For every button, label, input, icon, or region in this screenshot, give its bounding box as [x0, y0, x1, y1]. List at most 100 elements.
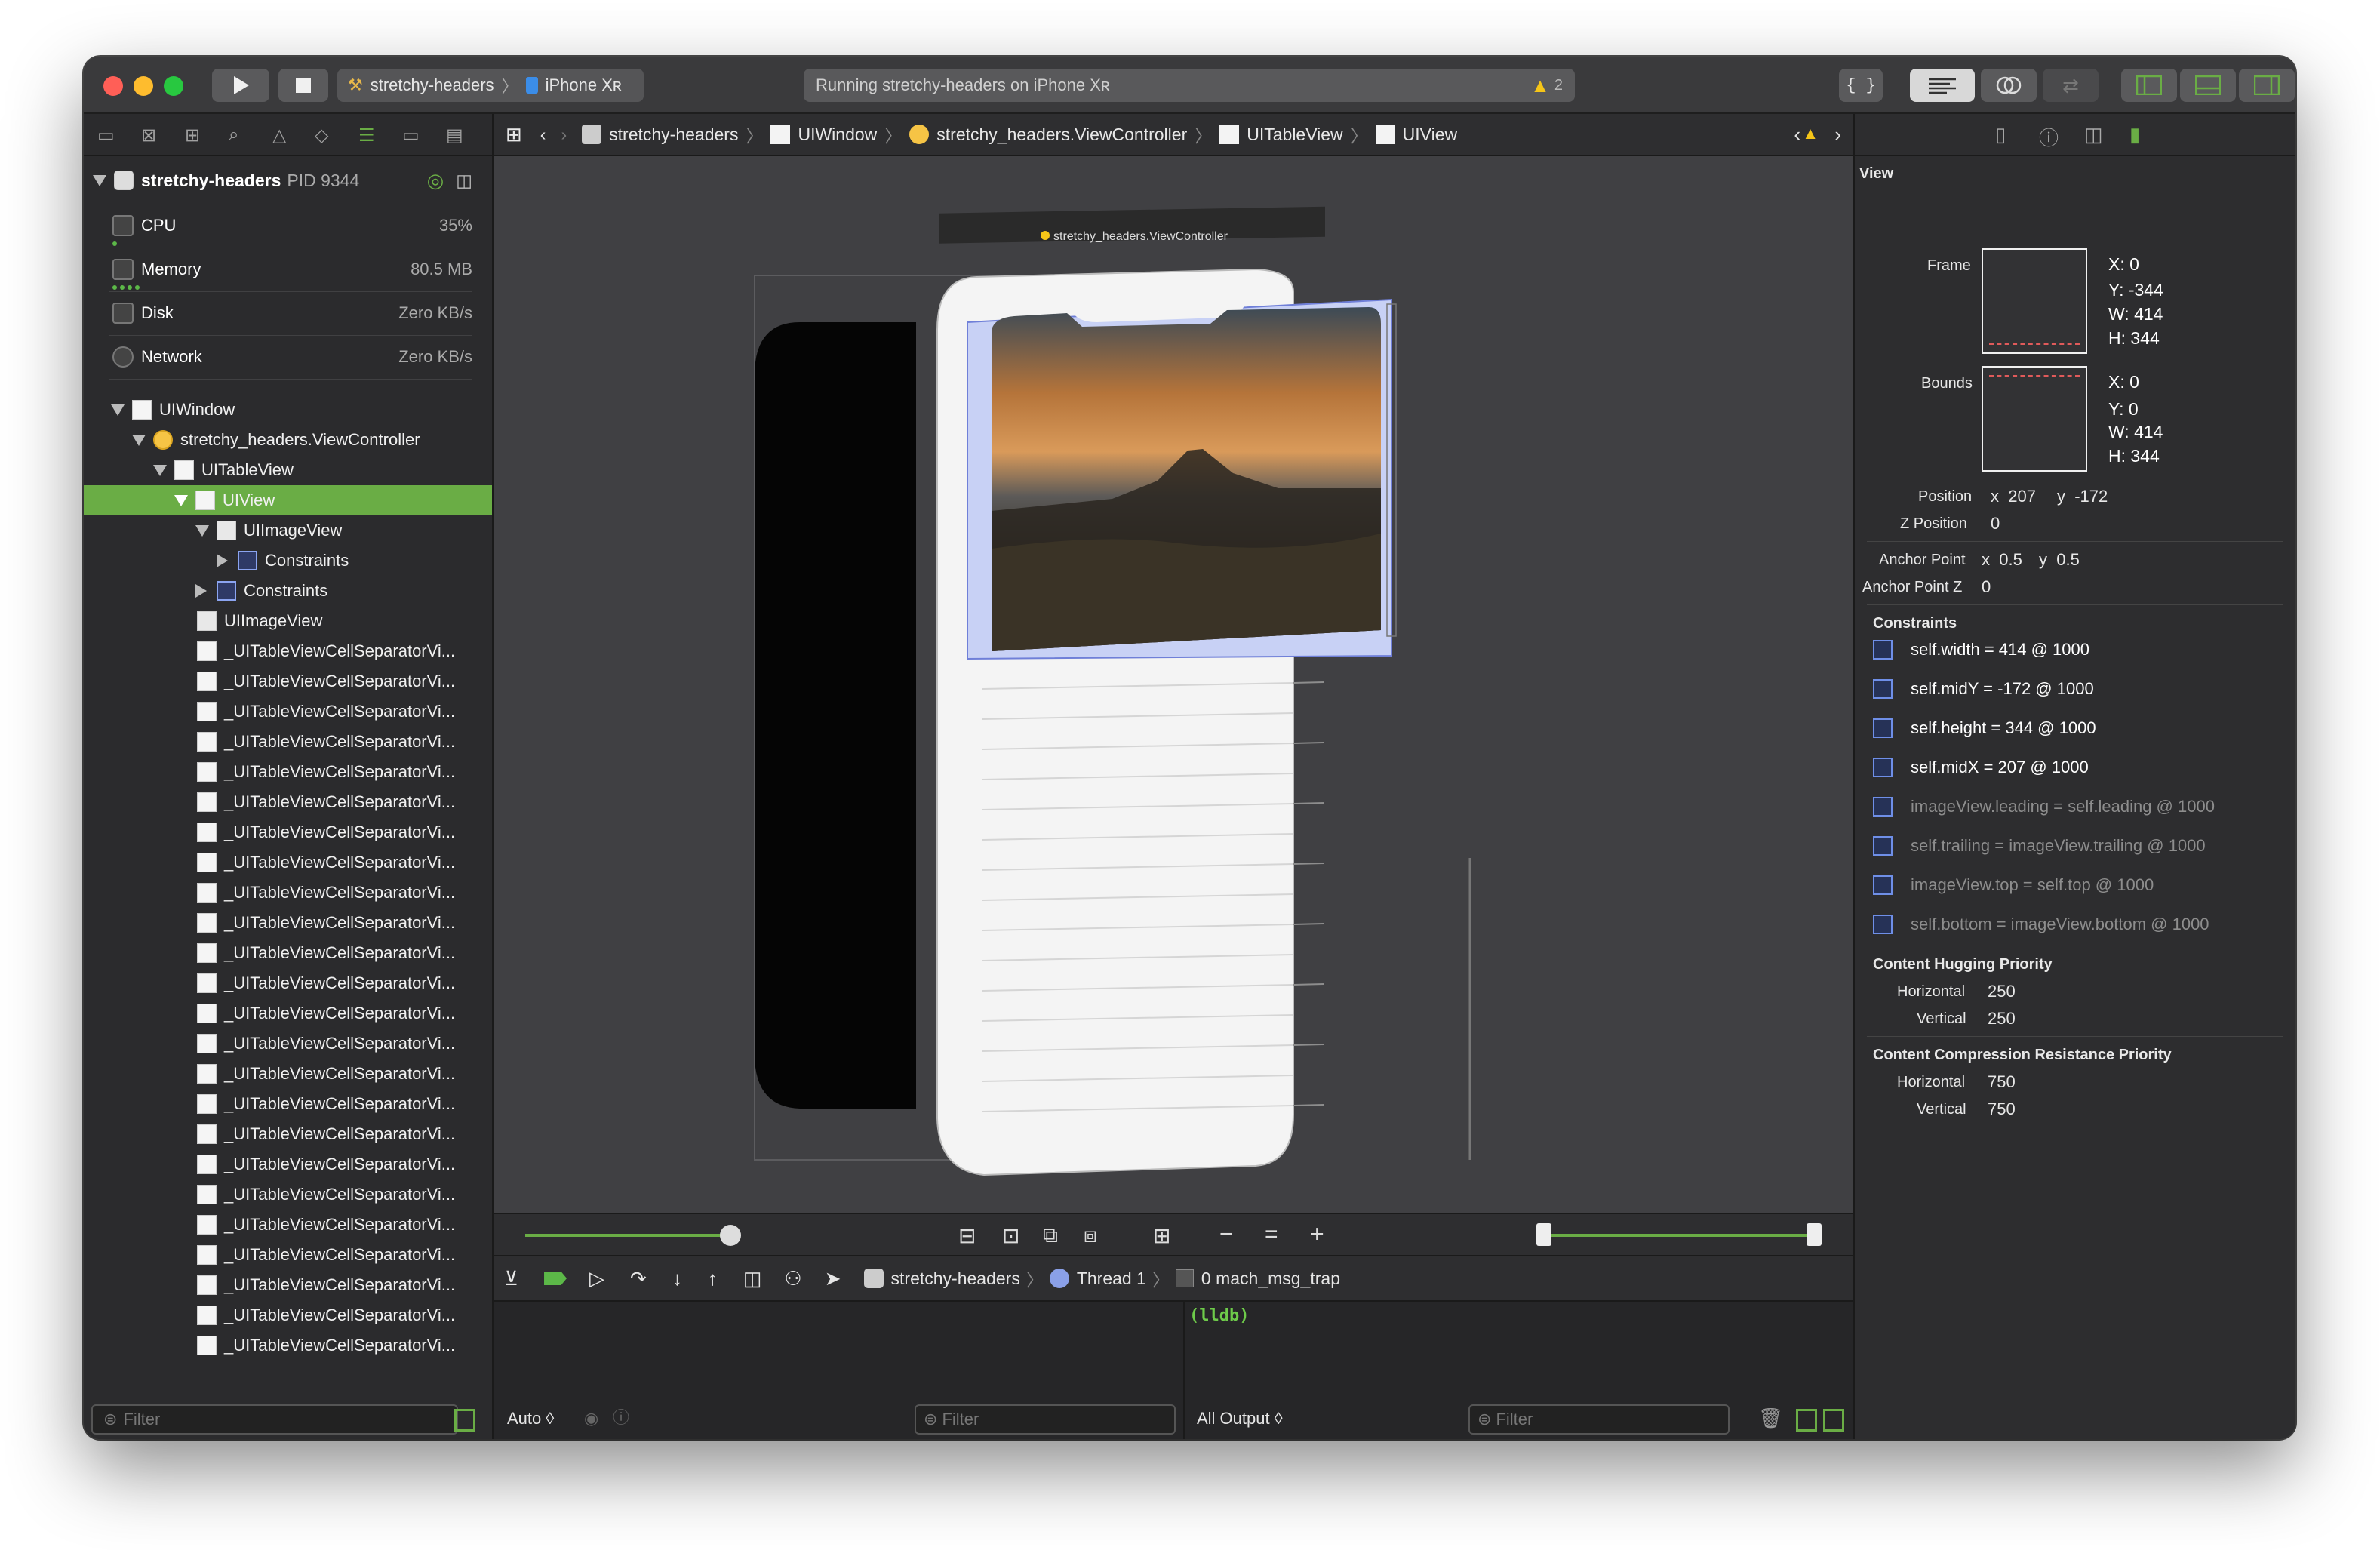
test-icon[interactable]: ◇	[315, 125, 328, 146]
step-out-icon[interactable]: ↑	[708, 1267, 718, 1290]
tree-row-separator[interactable]: _UITableViewCellSeparatorVi...	[84, 847, 492, 878]
zoom-button[interactable]	[164, 76, 183, 96]
previous-issue-icon[interactable]: ‹	[1794, 123, 1800, 146]
orient-3d-icon[interactable]: ⧈	[1084, 1223, 1097, 1248]
warning-icon[interactable]: ▲	[1802, 124, 1819, 143]
tree-row-separator[interactable]: _UITableViewCellSeparatorVi...	[84, 697, 492, 727]
constraint-row[interactable]: self.width = 414 @ 1000	[1873, 635, 2089, 665]
black-background-layer[interactable]	[755, 322, 916, 1109]
search-icon[interactable]: ⌕	[229, 125, 238, 146]
related-items-icon[interactable]: ⊞	[506, 123, 522, 146]
constraint-row[interactable]: self.midY = -172 @ 1000	[1873, 674, 2094, 704]
debug-view-hierarchy-icon[interactable]: ◫	[743, 1267, 762, 1290]
breakpoint-icon[interactable]: ▭	[402, 125, 420, 146]
simulate-location-icon[interactable]: ➤	[825, 1267, 841, 1290]
tree-row-separator[interactable]: _UITableViewCellSeparatorVi...	[84, 1089, 492, 1119]
tree-row-separator[interactable]: _UITableViewCellSeparatorVi...	[84, 757, 492, 787]
output-selector[interactable]: All Output ◊	[1197, 1409, 1283, 1429]
debug-target[interactable]: stretchy-headers	[891, 1269, 1020, 1289]
view-debugger-canvas[interactable]: stretchy_headers.ViewController	[494, 156, 1853, 1213]
jump-item[interactable]: UITableView	[1247, 125, 1342, 145]
symbol-icon[interactable]: ⊞	[185, 125, 200, 146]
tree-row-separator[interactable]: _UITableViewCellSeparatorVi...	[84, 1029, 492, 1059]
step-over-icon[interactable]: ↷	[630, 1267, 647, 1290]
spacing-slider-track[interactable]	[525, 1234, 729, 1237]
close-button[interactable]	[103, 76, 123, 96]
toggle-debug-area-button[interactable]	[2180, 69, 2236, 102]
navigator-filter-field[interactable]: ⊜ Filter	[91, 1404, 458, 1435]
back-arrow-icon[interactable]: ‹	[540, 125, 546, 145]
debug-icon[interactable]: ☰	[358, 125, 375, 146]
tree-row-separator[interactable]: _UITableViewCellSeparatorVi...	[84, 636, 492, 666]
process-row[interactable]: stretchy-headers PID 9344 ◎ ◫	[84, 156, 492, 205]
tree-row-separator[interactable]: _UITableViewCellSeparatorVi...	[84, 1179, 492, 1210]
eye-icon[interactable]: ◉	[584, 1409, 598, 1429]
memory-graph-icon[interactable]: ⚇	[784, 1267, 801, 1290]
object-inspector-icon[interactable]: ◫	[2084, 123, 2103, 146]
folder-icon[interactable]: ▭	[97, 125, 115, 146]
disclosure-triangle-icon[interactable]	[195, 524, 209, 537]
disclosure-triangle-icon[interactable]	[153, 464, 167, 476]
tree-row-uiview-selected[interactable]: UIView	[84, 485, 492, 515]
tree-row-uiwindow[interactable]: UIWindow	[84, 395, 492, 425]
constraint-row[interactable]: self.bottom = imageView.bottom @ 1000	[1873, 909, 2209, 940]
jump-item[interactable]: stretchy-headers	[609, 125, 738, 145]
console-view[interactable]: (lldb) All Output ◊ ⊜ Filter 🗑	[1185, 1302, 1853, 1439]
disclosure-triangle-icon[interactable]	[93, 174, 106, 186]
view-hierarchy-icon[interactable]: ◫	[456, 171, 472, 191]
disclosure-triangle-icon[interactable]	[132, 434, 146, 446]
tree-row-separator[interactable]: _UITableViewCellSeparatorVi...	[84, 1059, 492, 1089]
tree-row-separator[interactable]: _UITableViewCellSeparatorVi...	[84, 998, 492, 1029]
run-button[interactable]	[212, 69, 269, 102]
tree-row-separator[interactable]: _UITableViewCellSeparatorVi...	[84, 666, 492, 697]
gauge-cpu[interactable]: CPU 35%	[109, 205, 472, 248]
clip-content-icon[interactable]: ⊟	[958, 1223, 976, 1248]
constraints-toggle-icon[interactable]: ⧉	[1043, 1223, 1058, 1248]
tree-row-constraints[interactable]: Constraints	[84, 576, 492, 606]
zoom-out-icon[interactable]: −	[1219, 1222, 1233, 1247]
issue-icon[interactable]: △	[272, 125, 286, 146]
jump-item[interactable]: UIView	[1403, 125, 1457, 145]
toggle-inspector-button[interactable]	[2239, 69, 2295, 102]
continue-icon[interactable]: ▷	[589, 1267, 604, 1290]
split-console-icon[interactable]	[1823, 1409, 1844, 1432]
tree-row-imageview[interactable]: UIImageView	[84, 515, 492, 546]
minimize-button[interactable]	[134, 76, 153, 96]
exploded-view-hierarchy[interactable]: stretchy_headers.ViewController	[494, 156, 1853, 1213]
zoom-in-icon[interactable]: +	[1310, 1220, 1324, 1248]
tree-row-separator[interactable]: _UITableViewCellSeparatorVi...	[84, 1300, 492, 1330]
spacing-slider-thumb[interactable]	[720, 1225, 741, 1246]
jump-item[interactable]: stretchy_headers.ViewController	[936, 125, 1187, 145]
console-filter-field[interactable]: ⊜ Filter	[1468, 1404, 1730, 1435]
actual-size-icon[interactable]: =	[1265, 1222, 1278, 1247]
tree-row-imageview[interactable]: UIImageView	[84, 606, 492, 636]
tree-row-separator[interactable]: _UITableViewCellSeparatorVi...	[84, 1270, 492, 1300]
constraint-row[interactable]: self.midX = 207 @ 1000	[1873, 752, 2089, 783]
source-control-icon[interactable]: ⊠	[141, 125, 156, 146]
tree-row-viewcontroller[interactable]: stretchy_headers.ViewController	[84, 425, 492, 455]
forward-arrow-icon[interactable]: ›	[561, 125, 567, 145]
tree-row-separator[interactable]: _UITableViewCellSeparatorVi...	[84, 1119, 492, 1149]
scheme-selector[interactable]: ⚒ stretchy-headers 〉 iPhone Xʀ	[337, 69, 644, 102]
trash-icon[interactable]: 🗑	[1758, 1407, 1783, 1430]
constraint-row[interactable]: imageView.leading = self.leading @ 1000	[1873, 792, 2215, 822]
version-editor-button[interactable]: ⇄	[2043, 69, 2099, 102]
disclosure-triangle-icon[interactable]	[217, 554, 228, 567]
tree-row-constraints[interactable]: Constraints	[84, 546, 492, 576]
split-variables-icon[interactable]	[1796, 1409, 1817, 1432]
tree-row-separator[interactable]: _UITableViewCellSeparatorVi...	[84, 787, 492, 817]
gauge-network[interactable]: Network Zero KB/s	[109, 336, 472, 380]
jump-item[interactable]: UIWindow	[798, 125, 877, 145]
tree-row-tableview[interactable]: UITableView	[84, 455, 492, 485]
code-review-button[interactable]: { }	[1839, 69, 1883, 102]
hide-debug-area-icon[interactable]: ⊻	[504, 1267, 518, 1290]
show-only-views-toggle[interactable]	[454, 1409, 475, 1432]
disclosure-triangle-icon[interactable]	[174, 494, 188, 506]
tree-row-separator[interactable]: _UITableViewCellSeparatorVi...	[84, 817, 492, 847]
stop-button[interactable]	[278, 69, 328, 102]
tree-row-separator[interactable]: _UITableViewCellSeparatorVi...	[84, 1240, 492, 1270]
disclosure-triangle-icon[interactable]	[195, 584, 207, 598]
info-icon[interactable]: ⓘ	[613, 1404, 629, 1429]
breakpoints-active-icon[interactable]	[544, 1272, 567, 1285]
standard-editor-button[interactable]	[1910, 69, 1975, 102]
